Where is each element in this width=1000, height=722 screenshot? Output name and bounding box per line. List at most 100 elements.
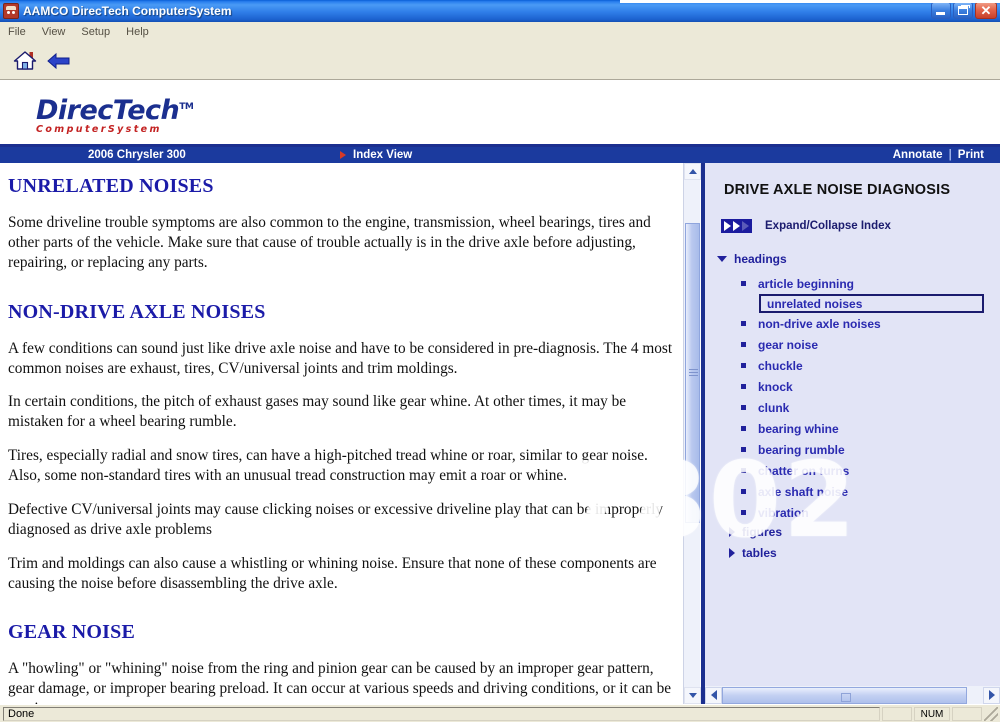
index-sidebar: DRIVE AXLE NOISE DIAGNOSIS Expand/Collap… — [701, 163, 1000, 704]
logo-trademark: TM — [179, 102, 194, 112]
scrollbar-grip-icon — [841, 692, 851, 702]
index-item-non-drive-axle-noises[interactable]: non-drive axle noises — [741, 313, 1000, 334]
article-vertical-scrollbar[interactable] — [683, 163, 701, 704]
minimize-icon — [936, 12, 945, 15]
tree-group-label: headings — [734, 252, 787, 266]
index-item-label: bearing whine — [758, 421, 839, 436]
status-bar: Done NUM — [0, 704, 1000, 722]
caret-down-icon — [717, 256, 727, 262]
index-item-chatter-on-turns[interactable]: chatter on turns — [741, 460, 1000, 481]
index-item-label: unrelated noises — [767, 296, 863, 311]
index-item-chuckle[interactable]: chuckle — [741, 355, 1000, 376]
scrollbar-thumb[interactable] — [685, 223, 700, 523]
menu-file[interactable]: File — [0, 24, 34, 40]
tree-group-label: figures — [742, 525, 783, 539]
section-heading: GEAR NOISE — [8, 621, 136, 644]
scrollbar-track[interactable] — [722, 686, 983, 704]
bullet-icon — [741, 342, 746, 347]
section-heading: NON-DRIVE AXLE NOISES — [8, 300, 266, 323]
triangle-right-icon — [340, 151, 346, 159]
resize-grip-icon[interactable] — [984, 707, 998, 721]
index-item-label: article beginning — [758, 276, 855, 291]
maximize-button[interactable] — [953, 2, 973, 19]
annotate-button[interactable]: Annotate — [893, 149, 943, 161]
index-title: DRIVE AXLE NOISE DIAGNOSIS — [724, 182, 951, 198]
chevron-down-icon — [688, 693, 697, 698]
toolbar — [0, 42, 1000, 80]
index-tree: headings article beginning unrelated noi… — [717, 252, 1000, 560]
scroll-right-button[interactable] — [983, 686, 1000, 704]
tree-group-tables[interactable]: tables — [729, 546, 1000, 560]
menu-help[interactable]: Help — [118, 24, 157, 40]
index-item-unrelated-noises[interactable]: unrelated noises — [759, 294, 984, 313]
triangle-right-icon — [724, 221, 731, 231]
menu-setup[interactable]: Setup — [73, 24, 118, 40]
brand-header: DirecTechTM ComputerSystem Vehicle Repai… — [0, 80, 1000, 226]
paragraph: In certain conditions, the pitch of exha… — [8, 393, 627, 431]
index-item-vibration[interactable]: vibration — [741, 502, 1000, 523]
action-separator: | — [948, 149, 952, 161]
expand-collapse-index-button[interactable]: Expand/Collapse Index — [721, 219, 1000, 233]
home-icon — [13, 50, 37, 70]
window-title: AAMCO DirecTech ComputerSystem — [23, 4, 232, 18]
index-item-label: clunk — [758, 400, 790, 415]
index-item-clunk[interactable]: clunk — [741, 397, 1000, 418]
caret-right-icon — [729, 548, 735, 558]
logo-main-text: DirecTech — [36, 95, 180, 126]
restore-icon — [958, 5, 970, 15]
scroll-up-button[interactable] — [684, 163, 701, 180]
triangle-right-icon — [733, 221, 740, 231]
window-controls: ✕ — [931, 2, 997, 19]
paragraph: Some driveline trouble symptoms are also… — [8, 214, 651, 271]
bullet-icon — [741, 321, 746, 326]
close-button[interactable]: ✕ — [975, 2, 997, 19]
index-item-label: gear noise — [758, 337, 819, 352]
scroll-down-button[interactable] — [684, 687, 701, 704]
index-item-axle-shaft-noise[interactable]: axle shaft noise — [741, 481, 1000, 502]
menu-view[interactable]: View — [34, 24, 74, 40]
print-button[interactable]: Print — [958, 149, 984, 161]
article-body: UNRELATED NOISES Some driveline trouble … — [0, 163, 700, 704]
bullet-icon — [741, 510, 746, 515]
context-actions: Annotate | Print — [893, 149, 984, 161]
status-message: Done — [3, 707, 880, 721]
back-arrow-icon — [47, 52, 70, 69]
scroll-left-button[interactable] — [705, 686, 722, 704]
caret-right-icon — [729, 527, 735, 537]
index-item-bearing-rumble[interactable]: bearing rumble — [741, 439, 1000, 460]
index-item-label: non-drive axle noises — [758, 316, 881, 331]
chevron-right-icon — [988, 690, 995, 700]
scrollbar-grip-icon — [689, 369, 698, 376]
index-item-gear-noise[interactable]: gear noise — [741, 334, 1000, 355]
expand-collapse-label: Expand/Collapse Index — [765, 220, 891, 232]
minimize-button[interactable] — [931, 2, 951, 19]
paragraph: A "howling" or "whining" noise from the … — [8, 660, 672, 704]
index-view-button[interactable]: Index View — [340, 149, 412, 161]
index-item-label: knock — [758, 379, 793, 394]
index-view-label: Index View — [353, 149, 413, 161]
sidebar-horizontal-scrollbar[interactable] — [705, 686, 1000, 704]
index-item-label: bearing rumble — [758, 442, 845, 457]
status-indicator-3 — [952, 707, 982, 721]
close-icon: ✕ — [980, 3, 992, 18]
window-border-artifact — [620, 0, 1000, 3]
title-bar: AAMCO DirecTech ComputerSystem ✕ — [0, 0, 1000, 22]
directech-logo: DirecTechTM ComputerSystem — [36, 92, 194, 136]
scrollbar-thumb[interactable] — [722, 686, 967, 704]
home-button[interactable] — [8, 45, 42, 77]
tree-group-label: tables — [742, 546, 777, 560]
article-pane: UNRELATED NOISES Some driveline trouble … — [0, 163, 700, 704]
paragraph: Defective CV/universal joints may cause … — [8, 500, 664, 538]
index-item-article-beginning[interactable]: article beginning — [741, 273, 1000, 294]
bullet-icon — [741, 426, 746, 431]
back-button[interactable] — [42, 45, 76, 77]
index-item-bearing-whine[interactable]: bearing whine — [741, 418, 1000, 439]
chevron-up-icon — [688, 169, 697, 174]
index-item-knock[interactable]: knock — [741, 376, 1000, 397]
bullet-icon — [741, 405, 746, 410]
tree-group-headings[interactable]: headings — [717, 252, 1000, 266]
menu-bar: File View Setup Help — [0, 22, 1000, 43]
tree-group-figures[interactable]: figures — [729, 525, 1000, 539]
status-indicator-num: NUM — [914, 707, 950, 721]
index-item-label: chuckle — [758, 358, 803, 373]
